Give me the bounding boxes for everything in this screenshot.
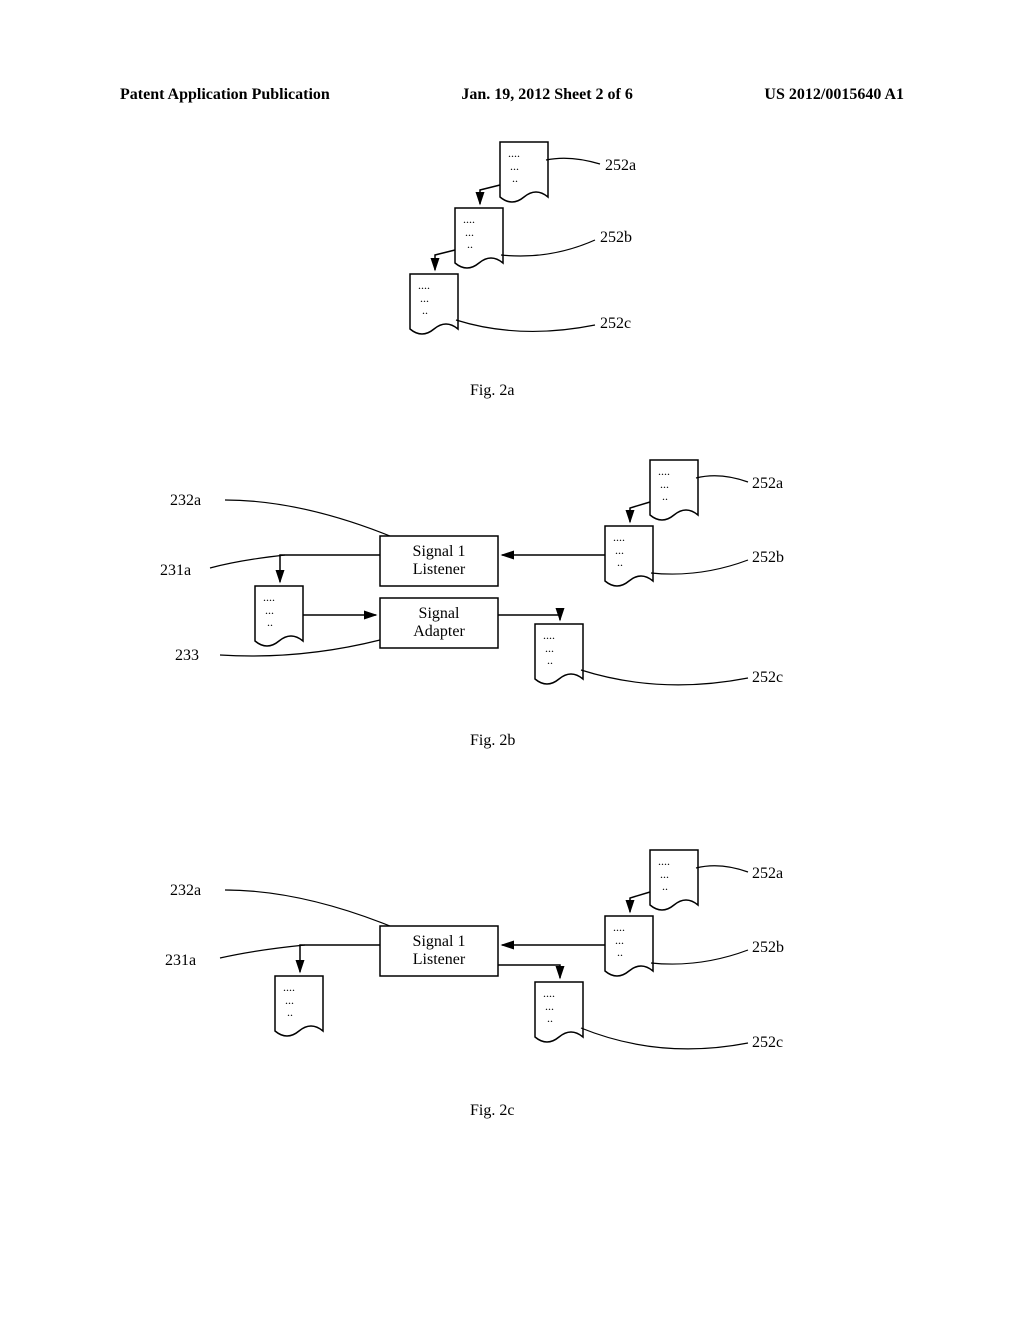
svg-text:231a: 231a bbox=[160, 562, 191, 579]
page-header: Patent Application Publication Jan. 19, … bbox=[0, 86, 1024, 104]
svg-text:..: .. bbox=[617, 555, 623, 569]
svg-text:..: .. bbox=[547, 653, 553, 667]
label-252a-a: 252a bbox=[605, 157, 636, 174]
header-right: US 2012/0015640 A1 bbox=[764, 86, 904, 104]
svg-text:Signal 1: Signal 1 bbox=[413, 933, 466, 950]
svg-text:..: .. bbox=[662, 879, 668, 893]
svg-text:Adapter: Adapter bbox=[413, 623, 465, 640]
svg-text:....: .... bbox=[613, 530, 625, 544]
svg-text:..: .. bbox=[287, 1005, 293, 1019]
svg-text:252c: 252c bbox=[752, 669, 783, 686]
svg-text:252a: 252a bbox=[752, 865, 783, 882]
svg-text:....: .... bbox=[463, 212, 475, 226]
svg-text:..: .. bbox=[467, 237, 473, 251]
svg-text:232a: 232a bbox=[170, 882, 201, 899]
svg-text:....: .... bbox=[543, 628, 555, 642]
fig-2a: .... ... .. 252a .... ... .. 252b .... .… bbox=[410, 142, 636, 334]
svg-text:Signal 1: Signal 1 bbox=[413, 543, 466, 560]
fig-2b-caption: Fig. 2b bbox=[470, 732, 515, 749]
svg-text:252c: 252c bbox=[752, 1034, 783, 1051]
svg-text:..: .. bbox=[547, 1011, 553, 1025]
diagram-area: .... ... .. 252a .... ... .. 252b .... .… bbox=[0, 130, 1024, 1295]
header-left: Patent Application Publication bbox=[120, 86, 330, 104]
svg-text:252b: 252b bbox=[752, 939, 784, 956]
svg-text:..: .. bbox=[422, 303, 428, 317]
header-middle: Jan. 19, 2012 Sheet 2 of 6 bbox=[461, 86, 633, 104]
svg-text:....: .... bbox=[418, 278, 430, 292]
fig-2a-caption: Fig. 2a bbox=[470, 382, 514, 399]
svg-text:....: .... bbox=[508, 146, 520, 160]
svg-text:....: .... bbox=[543, 986, 555, 1000]
svg-text:232a: 232a bbox=[170, 492, 201, 509]
svg-text:233: 233 bbox=[175, 647, 199, 664]
svg-text:..: .. bbox=[617, 945, 623, 959]
svg-text:252b: 252b bbox=[752, 549, 784, 566]
fig-2c-caption: Fig. 2c bbox=[470, 1102, 514, 1119]
svg-text:....: .... bbox=[283, 980, 295, 994]
svg-text:....: .... bbox=[658, 854, 670, 868]
label-252c-a: 252c bbox=[600, 315, 631, 332]
svg-text:....: .... bbox=[263, 590, 275, 604]
svg-text:..: .. bbox=[267, 615, 273, 629]
svg-text:231a: 231a bbox=[165, 952, 196, 969]
svg-text:....: .... bbox=[613, 920, 625, 934]
svg-text:Listener: Listener bbox=[413, 951, 466, 968]
svg-text:Listener: Listener bbox=[413, 561, 466, 578]
svg-text:..: .. bbox=[662, 489, 668, 503]
fig-2c: .... ... .. 252a .... ... .. 252b Signal… bbox=[165, 850, 784, 1051]
svg-text:Signal: Signal bbox=[419, 605, 460, 622]
label-252b-a: 252b bbox=[600, 229, 632, 246]
svg-text:..: .. bbox=[512, 171, 518, 185]
svg-text:....: .... bbox=[658, 464, 670, 478]
svg-text:252a: 252a bbox=[752, 475, 783, 492]
fig-2b: .... ... .. 252a .... ... .. 252b Signal… bbox=[160, 460, 784, 686]
